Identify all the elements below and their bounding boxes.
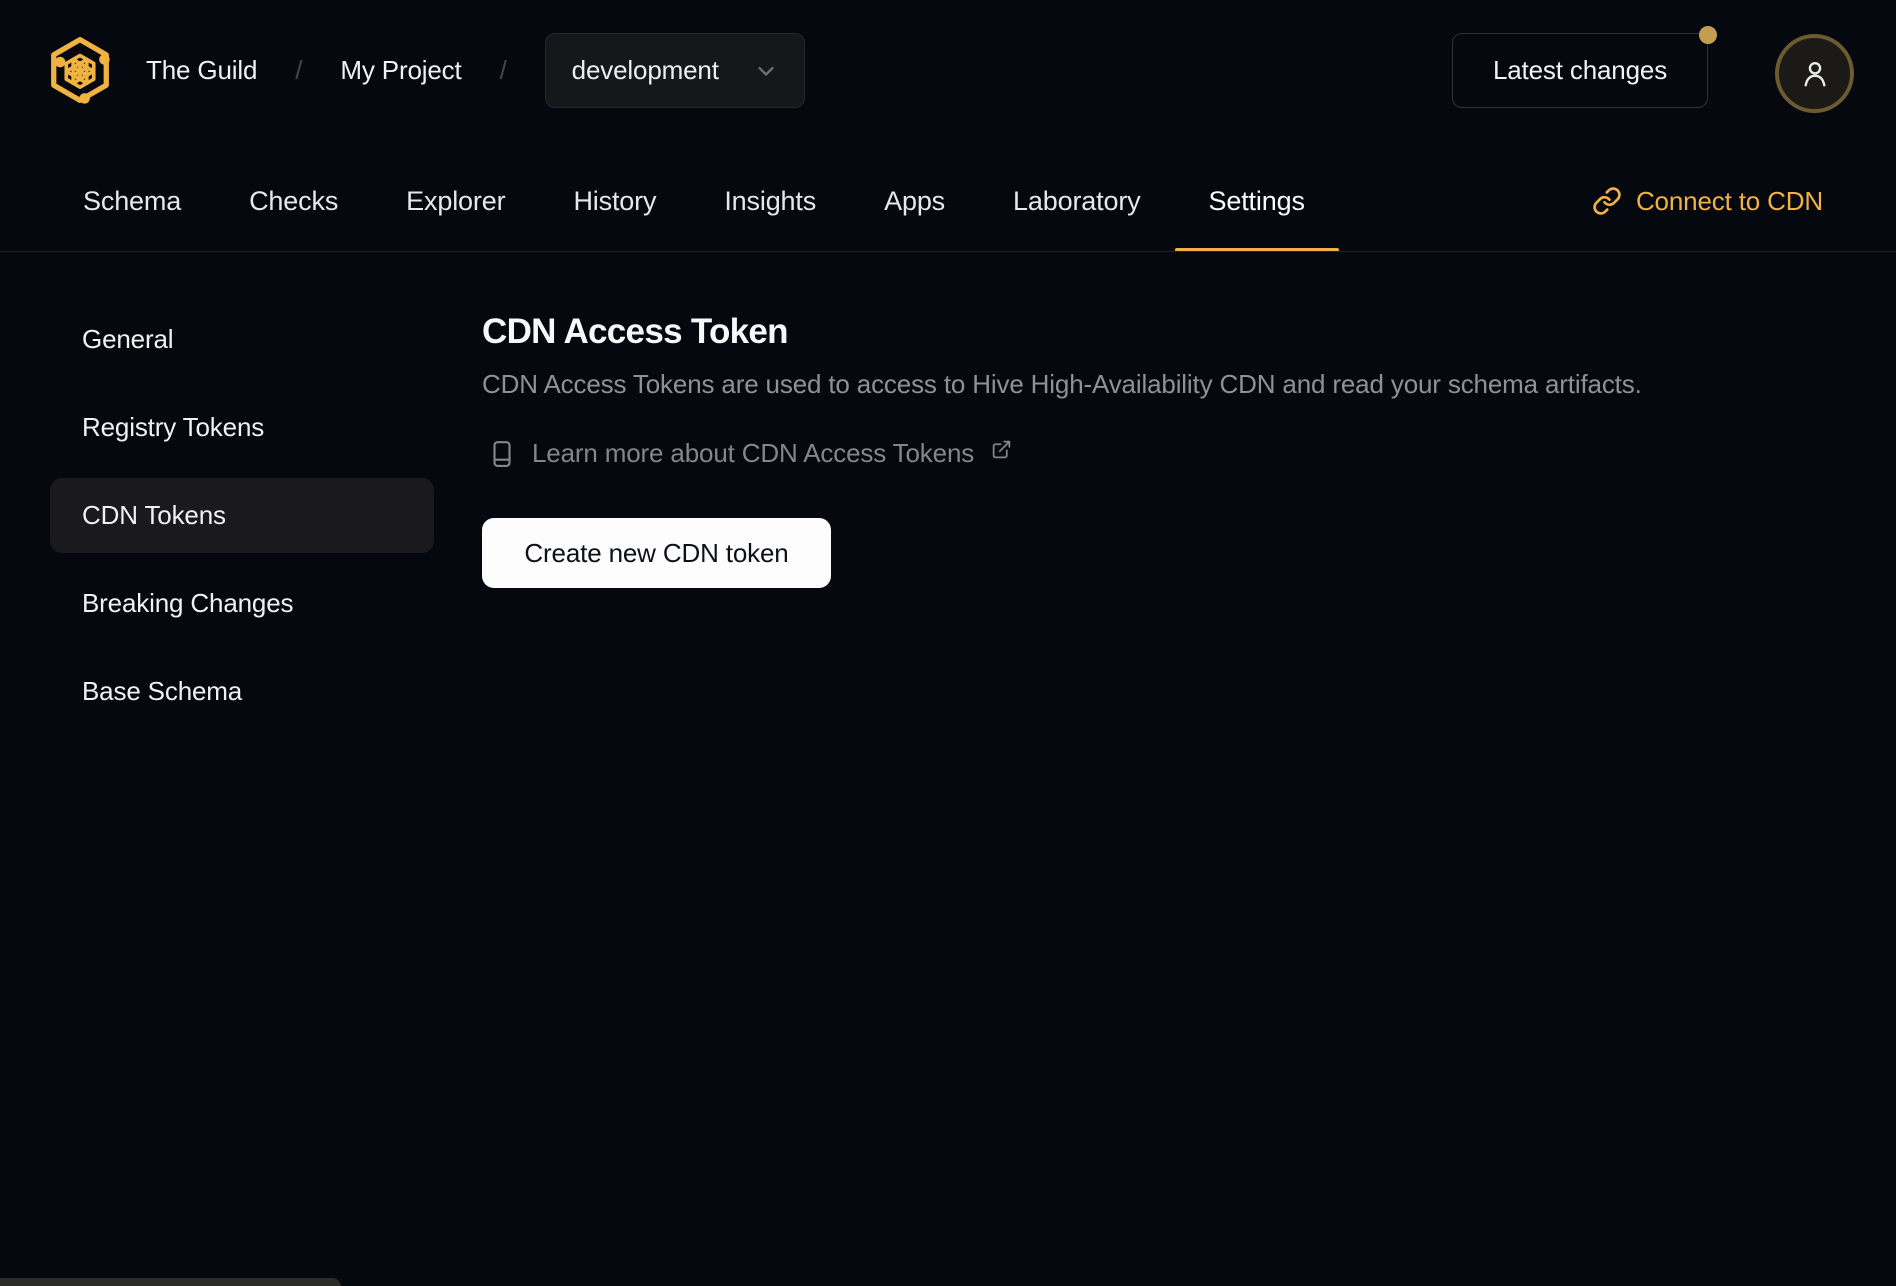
tab-label: Schema [83,185,182,216]
tab-laboratory[interactable]: Laboratory [979,150,1174,252]
target-selector[interactable]: development [544,33,805,108]
tab-label: History [573,185,657,216]
sidebar-item-breaking-changes[interactable]: Breaking Changes [50,566,434,641]
tab-label: Apps [884,185,946,216]
sidebar-item-label: Registry Tokens [82,412,265,442]
breadcrumb-separator: / [295,55,303,85]
tab-explorer[interactable]: Explorer [372,150,539,252]
learn-more-label: Learn more about CDN Access Tokens [532,438,975,468]
link-icon [1593,187,1621,215]
guild-logo-icon[interactable] [47,33,113,107]
tab-label: Explorer [406,185,506,216]
sidebar-item-label: Base Schema [82,676,243,706]
sidebar-item-label: General [82,324,174,354]
breadcrumb-project[interactable]: My Project [340,55,461,86]
sidebar-item-general[interactable]: General [50,302,434,377]
chevron-down-icon [758,66,774,76]
user-menu-button[interactable] [1775,34,1854,113]
tab-label: Settings [1208,185,1305,216]
breadcrumb: The Guild / My Project / development [146,33,805,108]
tab-label: Checks [249,185,339,216]
book-icon [493,440,511,467]
sidebar-item-base-schema[interactable]: Base Schema [50,654,434,729]
notification-dot-icon [1699,26,1717,44]
connect-to-cdn-link[interactable]: Connect to CDN [1592,150,1823,252]
honeycomb-hexagon-icon [51,37,110,104]
hive-app: The Guild / My Project / development Lat… [0,0,1896,1286]
tab-checks[interactable]: Checks [215,150,372,252]
connect-to-cdn-label: Connect to CDN [1635,185,1823,216]
external-link-icon [992,440,1011,459]
tab-apps[interactable]: Apps [850,150,979,252]
page-title: CDN Access Token [482,312,789,351]
tab-insights[interactable]: Insights [690,150,850,252]
settings-sidebar: General Registry Tokens CDN Tokens Break… [50,302,434,729]
user-icon [1804,61,1825,86]
tab-settings[interactable]: Settings [1174,150,1340,252]
tab-history[interactable]: History [539,150,690,252]
page-description: CDN Access Tokens are used to access to … [482,369,1642,399]
latest-changes-button[interactable]: Latest changes [1452,33,1708,108]
tabbar-divider [0,251,1896,252]
bottom-toast-edge[interactable] [0,1278,341,1286]
project-tabs: Schema Checks Explorer History Insights … [49,150,1340,252]
tab-label: Laboratory [1013,185,1141,216]
learn-more-link[interactable]: Learn more about CDN Access Tokens [487,438,1012,469]
sidebar-item-registry-tokens[interactable]: Registry Tokens [50,390,434,465]
breadcrumb-org[interactable]: The Guild [146,55,257,86]
create-cdn-token-button[interactable]: Create new CDN token [482,518,831,588]
breadcrumb-separator: / [499,55,507,85]
sidebar-item-label: CDN Tokens [82,500,226,530]
tab-label: Insights [724,185,817,216]
tab-schema[interactable]: Schema [49,150,215,252]
target-selector-value: development [571,55,719,85]
sidebar-item-label: Breaking Changes [82,588,294,618]
sidebar-item-cdn-tokens[interactable]: CDN Tokens [50,478,434,553]
